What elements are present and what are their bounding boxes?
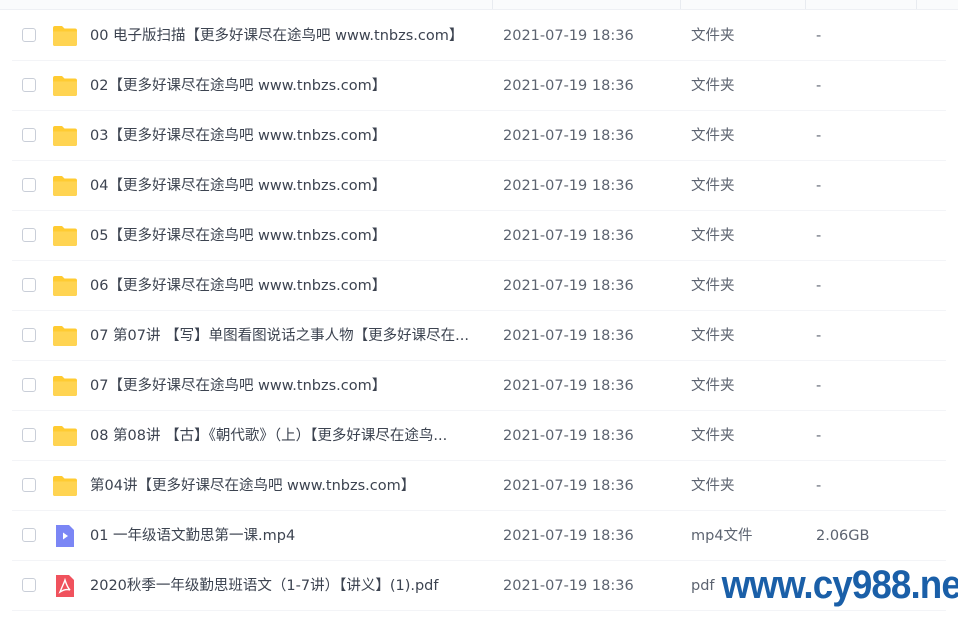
file-size: -: [816, 28, 822, 44]
folder-icon: [52, 123, 78, 149]
watermark: www.cy988.net: [718, 562, 958, 608]
folder-icon: [52, 473, 78, 499]
file-row[interactable]: 04【更多好课尽在途鸟吧 www.tnbzs.com】 2021-07-19 18…: [0, 161, 958, 211]
folder-icon: [52, 23, 78, 49]
file-type: 文件夹: [691, 78, 735, 94]
column-header-strip: [0, 0, 958, 10]
modified-date: 2021-07-19 18:36: [503, 478, 634, 494]
modified-date: 2021-07-19 18:36: [503, 128, 634, 144]
row-checkbox[interactable]: [22, 278, 36, 292]
file-row[interactable]: 05【更多好课尽在途鸟吧 www.tnbzs.com】 2021-07-19 18…: [0, 211, 958, 261]
column-divider[interactable]: [680, 0, 681, 9]
file-type: 文件夹: [691, 178, 735, 194]
modified-date: 2021-07-19 18:36: [503, 378, 634, 394]
modified-date: 2021-07-19 18:36: [503, 178, 634, 194]
file-row[interactable]: 01 一年级语文勤思第一课.mp4 2021-07-19 18:36 mp4文件 2.…: [0, 511, 958, 561]
folder-icon: [52, 323, 78, 349]
row-checkbox[interactable]: [22, 578, 36, 592]
file-size: -: [816, 78, 822, 94]
file-type: 文件夹: [691, 478, 735, 494]
file-name[interactable]: 07【更多好课尽在途鸟吧 www.tnbzs.com】: [90, 361, 490, 411]
modified-date: 2021-07-19 18:36: [503, 428, 634, 444]
modified-date: 2021-07-19 18:36: [503, 528, 634, 544]
row-checkbox[interactable]: [22, 28, 36, 42]
modified-date: 2021-07-19 18:36: [503, 278, 634, 294]
file-type: 文件夹: [691, 428, 735, 444]
column-divider[interactable]: [805, 0, 806, 9]
modified-date: 2021-07-19 18:36: [503, 228, 634, 244]
folder-icon: [52, 73, 78, 99]
file-type: 文件夹: [691, 128, 735, 144]
file-name[interactable]: 2020秋季一年级勤思班语文（1-7讲）【讲义】(1).pdf: [90, 561, 490, 611]
row-checkbox[interactable]: [22, 228, 36, 242]
row-checkbox[interactable]: [22, 528, 36, 542]
row-checkbox[interactable]: [22, 178, 36, 192]
file-type: 文件夹: [691, 328, 735, 344]
modified-date: 2021-07-19 18:36: [503, 578, 634, 594]
file-row[interactable]: 08 第08讲 【古】《朝代歌》（上）【更多好课尽在途鸟... 2021-07-1…: [0, 411, 958, 461]
file-size: -: [816, 478, 822, 494]
modified-date: 2021-07-19 18:36: [503, 328, 634, 344]
file-type: 文件夹: [691, 378, 735, 394]
folder-icon: [52, 223, 78, 249]
file-type: 文件夹: [691, 228, 735, 244]
video-file-icon: [52, 523, 78, 549]
modified-date: 2021-07-19 18:36: [503, 78, 634, 94]
file-name[interactable]: 03【更多好课尽在途鸟吧 www.tnbzs.com】: [90, 111, 490, 161]
file-type: 文件夹: [691, 278, 735, 294]
file-name[interactable]: 00 电子版扫描【更多好课尽在途鸟吧 www.tnbzs.com】: [90, 11, 490, 61]
file-size: -: [816, 428, 822, 444]
file-row[interactable]: 第04讲【更多好课尽在途鸟吧 www.tnbzs.com】 2021-07-19 …: [0, 461, 958, 511]
file-row[interactable]: 03【更多好课尽在途鸟吧 www.tnbzs.com】 2021-07-19 18…: [0, 111, 958, 161]
file-name[interactable]: 02【更多好课尽在途鸟吧 www.tnbzs.com】: [90, 61, 490, 111]
row-checkbox[interactable]: [22, 428, 36, 442]
file-type: 文件夹: [691, 28, 735, 44]
row-checkbox[interactable]: [22, 78, 36, 92]
file-row[interactable]: 00 电子版扫描【更多好课尽在途鸟吧 www.tnbzs.com】 2021-07…: [0, 11, 958, 61]
file-name[interactable]: 第04讲【更多好课尽在途鸟吧 www.tnbzs.com】: [90, 461, 490, 511]
folder-icon: [52, 423, 78, 449]
file-size: -: [816, 378, 822, 394]
row-checkbox[interactable]: [22, 478, 36, 492]
file-name[interactable]: 04【更多好课尽在途鸟吧 www.tnbzs.com】: [90, 161, 490, 211]
file-size: 2.06GB: [816, 528, 870, 544]
file-name[interactable]: 01 一年级语文勤思第一课.mp4: [90, 511, 490, 561]
file-name[interactable]: 06【更多好课尽在途鸟吧 www.tnbzs.com】: [90, 261, 490, 311]
file-name[interactable]: 07 第07讲 【写】单图看图说话之事人物【更多好课尽在...: [90, 311, 490, 361]
folder-icon: [52, 273, 78, 299]
file-row[interactable]: 02【更多好课尽在途鸟吧 www.tnbzs.com】 2021-07-19 18…: [0, 61, 958, 111]
file-type: pdf: [691, 578, 715, 594]
file-row[interactable]: 07 第07讲 【写】单图看图说话之事人物【更多好课尽在... 2021-07-1…: [0, 311, 958, 361]
file-size: -: [816, 328, 822, 344]
file-list: 00 电子版扫描【更多好课尽在途鸟吧 www.tnbzs.com】 2021-07…: [0, 11, 958, 611]
folder-icon: [52, 173, 78, 199]
file-type: mp4文件: [691, 528, 753, 544]
file-row[interactable]: 07【更多好课尽在途鸟吧 www.tnbzs.com】 2021-07-19 18…: [0, 361, 958, 411]
row-checkbox[interactable]: [22, 378, 36, 392]
file-name[interactable]: 08 第08讲 【古】《朝代歌》（上）【更多好课尽在途鸟...: [90, 411, 490, 461]
file-row[interactable]: 06【更多好课尽在途鸟吧 www.tnbzs.com】 2021-07-19 18…: [0, 261, 958, 311]
file-name[interactable]: 05【更多好课尽在途鸟吧 www.tnbzs.com】: [90, 211, 490, 261]
pdf-file-icon: [52, 573, 78, 599]
column-divider[interactable]: [916, 0, 917, 9]
row-checkbox[interactable]: [22, 128, 36, 142]
file-size: -: [816, 278, 822, 294]
file-size: -: [816, 178, 822, 194]
modified-date: 2021-07-19 18:36: [503, 28, 634, 44]
file-size: -: [816, 128, 822, 144]
folder-icon: [52, 373, 78, 399]
column-divider[interactable]: [492, 0, 493, 9]
row-checkbox[interactable]: [22, 328, 36, 342]
file-size: -: [816, 228, 822, 244]
